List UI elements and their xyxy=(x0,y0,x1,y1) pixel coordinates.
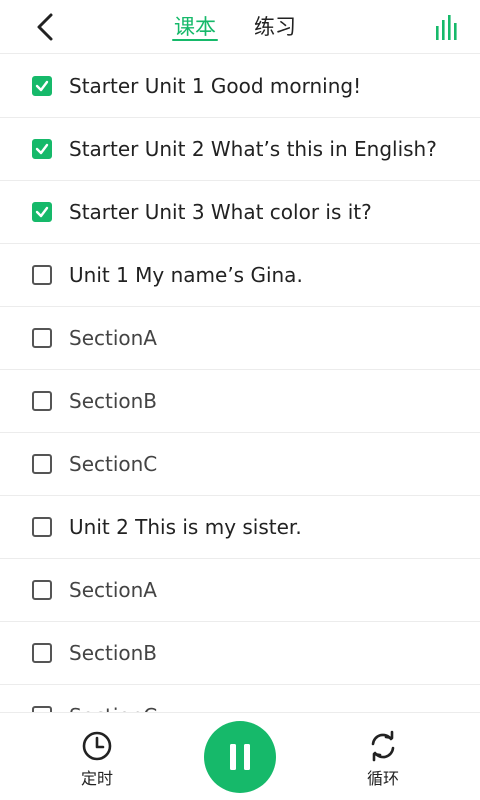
list-item[interactable]: SectionA xyxy=(0,559,480,622)
top-bar: 课本 练习 xyxy=(0,0,480,54)
checkbox[interactable] xyxy=(32,643,52,663)
list-item[interactable]: SectionB xyxy=(0,370,480,433)
list-item[interactable]: Starter Unit 2 What’s this in English? xyxy=(0,118,480,181)
list-item-label: Starter Unit 3 What color is it? xyxy=(69,200,372,224)
list-item[interactable]: SectionB xyxy=(0,622,480,685)
tab-exercise[interactable]: 练习 xyxy=(250,0,300,54)
loop-label: 循环 xyxy=(366,769,399,788)
list-item-label: Unit 1 My name’s Gina. xyxy=(69,263,303,287)
list-item-label: Unit 2 This is my sister. xyxy=(69,515,302,539)
list-item[interactable]: SectionA xyxy=(0,307,480,370)
list-item[interactable]: SectionC xyxy=(0,433,480,496)
loop-icon xyxy=(371,730,395,762)
clock-icon xyxy=(82,731,112,761)
tab-bar: 课本 练习 xyxy=(170,0,330,54)
checkbox[interactable] xyxy=(32,580,52,600)
checkbox[interactable] xyxy=(32,202,52,222)
loop-button[interactable]: 循环 xyxy=(353,729,413,789)
check-icon xyxy=(35,143,49,155)
bar-chart-icon xyxy=(436,15,457,40)
list-item-label: Starter Unit 1 Good morning! xyxy=(69,74,362,98)
timer-label: 定时 xyxy=(80,769,113,788)
checkbox[interactable] xyxy=(32,139,52,159)
lesson-list: Starter Unit 1 Good morning! Starter Unit… xyxy=(0,55,480,712)
checkbox[interactable] xyxy=(32,517,52,537)
checkbox[interactable] xyxy=(32,454,52,474)
list-item-label: SectionB xyxy=(69,641,158,665)
player-bar: 定时 循环 xyxy=(0,712,480,800)
checkbox[interactable] xyxy=(32,328,52,348)
list-item[interactable]: Starter Unit 3 What color is it? xyxy=(0,181,480,244)
list-item-label: SectionB xyxy=(69,389,158,413)
check-icon xyxy=(35,206,49,218)
list-item-label: Starter Unit 2 What’s this in English? xyxy=(69,137,437,161)
back-button[interactable] xyxy=(28,10,62,44)
pause-button[interactable] xyxy=(204,721,276,793)
list-item[interactable]: Unit 2 This is my sister. xyxy=(0,496,480,559)
list-item-label: SectionA xyxy=(69,578,157,602)
list-item[interactable]: Unit 1 My name’s Gina. xyxy=(0,244,480,307)
checkbox[interactable] xyxy=(32,265,52,285)
list-item-label: SectionC xyxy=(69,704,157,712)
checkbox[interactable] xyxy=(32,391,52,411)
stats-button[interactable] xyxy=(432,12,462,42)
list-item[interactable]: Starter Unit 1 Good morning! xyxy=(0,55,480,118)
check-icon xyxy=(35,80,49,92)
tab-textbook[interactable]: 课本 xyxy=(170,0,220,54)
list-item[interactable]: SectionC xyxy=(0,685,480,712)
list-item-label: SectionA xyxy=(69,326,157,350)
pause-icon xyxy=(230,744,250,770)
list-item-label: SectionC xyxy=(69,452,158,476)
checkbox[interactable] xyxy=(32,76,52,96)
timer-button[interactable]: 定时 xyxy=(67,729,127,789)
chevron-left-icon xyxy=(37,13,53,41)
